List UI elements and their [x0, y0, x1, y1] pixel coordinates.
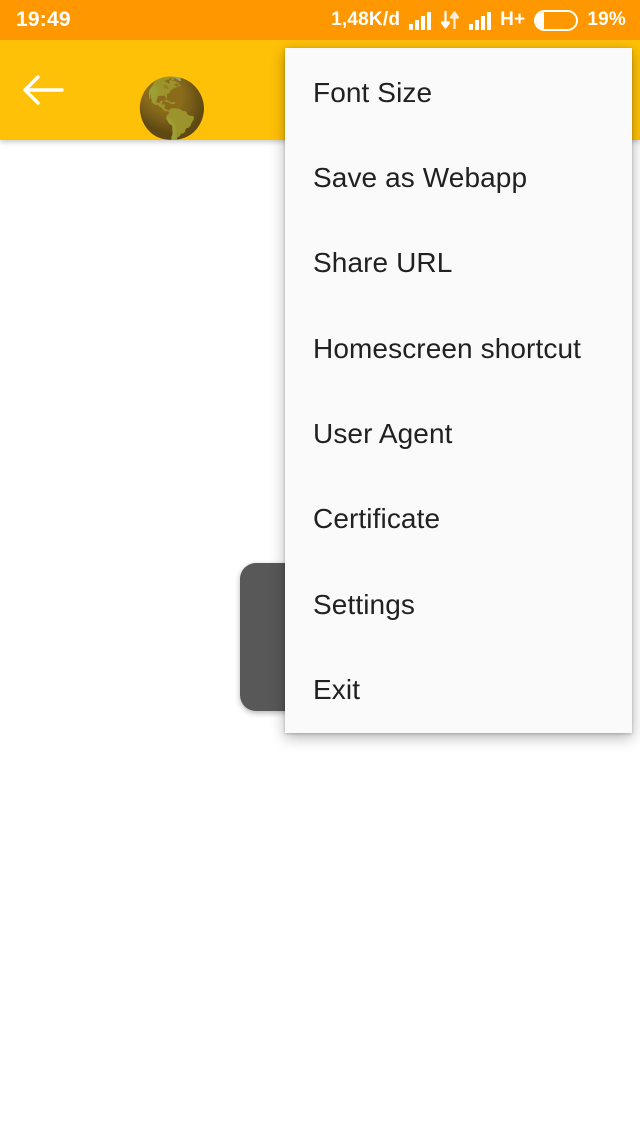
back-button[interactable]: [16, 64, 68, 116]
data-transfer-icon: [441, 11, 460, 29]
menu-item-label: User Agent: [313, 417, 453, 449]
menu-item-exit[interactable]: Exit: [285, 647, 632, 732]
menu-item-certificate[interactable]: Certificate: [285, 476, 632, 561]
status-bar-clock: 19:49: [16, 8, 71, 31]
signal-bars-icon: [469, 11, 492, 30]
menu-item-settings[interactable]: Settings: [285, 562, 632, 647]
menu-item-label: Exit: [313, 673, 361, 705]
menu-item-label: Certificate: [313, 502, 441, 534]
menu-item-homescreen-shortcut[interactable]: Homescreen shortcut: [285, 306, 632, 391]
menu-item-label: Homescreen shortcut: [313, 332, 582, 364]
menu-item-label: Settings: [313, 588, 415, 620]
battery-icon: [534, 9, 579, 31]
status-bar: 19:49 1,48K/d H+ 19%: [0, 0, 640, 40]
menu-item-font-size[interactable]: Font Size: [285, 50, 632, 135]
menu-item-share-url[interactable]: Share URL: [285, 220, 632, 305]
menu-item-user-agent[interactable]: User Agent: [285, 391, 632, 476]
signal-bars-icon: [409, 11, 432, 30]
back-arrow-icon: [23, 75, 64, 105]
menu-item-label: Save as Webapp: [313, 161, 528, 193]
network-type-label: H+: [500, 9, 526, 30]
overflow-menu: Font Size Save as Webapp Share URL Homes…: [285, 48, 632, 733]
menu-item-label: Font Size: [313, 76, 433, 108]
menu-item-save-as-webapp[interactable]: Save as Webapp: [285, 135, 632, 220]
status-bar-indicators: 1,48K/d H+ 19%: [331, 9, 626, 31]
battery-percent-label: 19%: [587, 9, 626, 30]
globe-earth-icon: 🌎: [136, 76, 209, 141]
menu-item-label: Share URL: [313, 246, 453, 278]
data-rate-label: 1,48K/d: [331, 9, 401, 30]
